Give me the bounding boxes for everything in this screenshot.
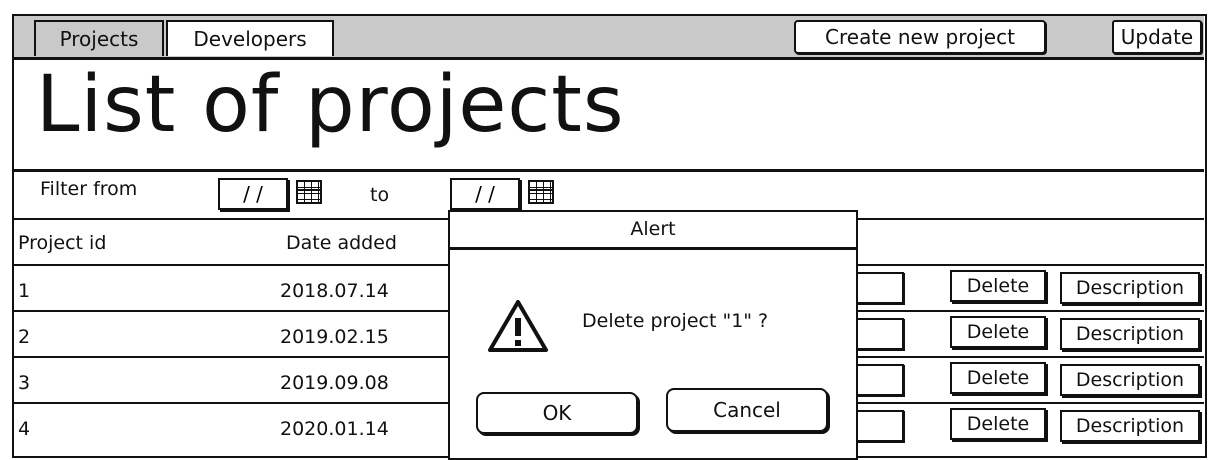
description-button[interactable]: Description — [1060, 410, 1200, 442]
description-button[interactable]: Description — [1060, 318, 1200, 350]
project-id-cell: 1 — [18, 280, 31, 302]
date-added-cell: 2019.02.15 — [280, 326, 389, 348]
date-added-cell: 2020.01.14 — [280, 418, 389, 440]
delete-button[interactable]: Delete — [950, 316, 1046, 348]
update-button[interactable]: Update — [1112, 20, 1202, 54]
tab-developers[interactable]: Developers — [166, 20, 334, 56]
filter-from-label: Filter from — [40, 178, 138, 200]
dialog-title: Alert — [450, 212, 856, 250]
filter-from-date-input[interactable] — [218, 178, 288, 210]
top-nav-bar: Projects Developers Create new project U… — [14, 16, 1204, 60]
description-button[interactable]: Description — [1060, 364, 1200, 396]
page-title: List of projects — [36, 60, 625, 150]
column-header-date-added: Date added — [286, 232, 397, 254]
project-id-cell: 2 — [18, 326, 31, 348]
delete-button[interactable]: Delete — [950, 408, 1046, 440]
project-id-cell: 3 — [18, 372, 31, 394]
ok-button[interactable]: OK — [476, 392, 638, 434]
date-added-cell: 2019.09.08 — [280, 372, 389, 394]
title-section: List of projects — [14, 60, 1204, 172]
filter-to-label: to — [370, 184, 390, 206]
filter-to-date-input[interactable] — [450, 178, 520, 210]
column-header-project-id: Project id — [18, 232, 107, 254]
create-project-button[interactable]: Create new project — [794, 20, 1046, 54]
delete-button[interactable]: Delete — [950, 270, 1046, 302]
project-id-cell: 4 — [18, 418, 31, 440]
cancel-button[interactable]: Cancel — [666, 388, 828, 432]
calendar-icon[interactable] — [528, 180, 554, 204]
alert-dialog: Alert Delete project "1" ? OK Cancel — [448, 210, 858, 460]
delete-button[interactable]: Delete — [950, 362, 1046, 394]
description-button[interactable]: Description — [1060, 272, 1200, 304]
dialog-message: Delete project "1" ? — [582, 310, 769, 332]
warning-icon — [486, 298, 550, 358]
calendar-icon[interactable] — [296, 180, 322, 204]
date-added-cell: 2018.07.14 — [280, 280, 389, 302]
app-window: Projects Developers Create new project U… — [12, 14, 1207, 460]
tab-projects[interactable]: Projects — [34, 20, 164, 56]
